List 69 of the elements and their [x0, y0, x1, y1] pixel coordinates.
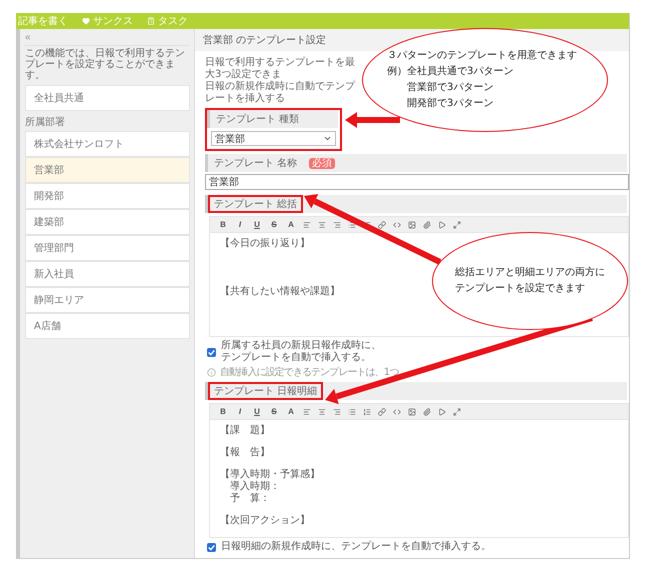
editor-text: 【共有したい情報や課題】 — [220, 286, 340, 298]
note-text: 自動挿入に設定できるテンプレートは、1つ — [220, 366, 398, 379]
callout-text: 営業部で3パターン — [406, 80, 494, 95]
editor-text: 導入時期： — [229, 481, 280, 493]
checkbox[interactable] — [207, 348, 216, 356]
editor-text: 【次回アクション】 — [220, 515, 310, 527]
sidebar-item[interactable]: 新入社員 — [25, 261, 190, 287]
toolbar-icon[interactable] — [303, 220, 311, 228]
description-text: 日報で利用するテンプレートを最大3つ設定できま — [205, 57, 355, 80]
sidebar-item[interactable]: A店舗 — [25, 313, 190, 339]
heart-icon — [82, 17, 90, 25]
sidebar-item[interactable]: 全社員共通 — [25, 85, 190, 111]
callout-text: 開発部で3パターン — [406, 96, 494, 111]
format-button[interactable]: B — [218, 407, 228, 416]
format-button[interactable]: S — [269, 407, 279, 416]
chevron-icon — [323, 134, 332, 143]
sidebar-item[interactable]: 営業部 — [25, 157, 190, 183]
checkbox-label: 所属する社員の新規日報作成時に、テンプレートを自動で挿入する。 — [221, 340, 382, 364]
toolbar-icon[interactable] — [453, 408, 461, 416]
toolbar-icon[interactable] — [378, 220, 386, 228]
format-button[interactable]: B — [218, 220, 228, 229]
toolbar-icon[interactable] — [408, 408, 416, 416]
toolbar-icon[interactable] — [408, 220, 416, 228]
section-label: テンプレート 種類 — [215, 112, 300, 127]
template-select[interactable]: 営業部 — [211, 131, 336, 146]
sidebar-item[interactable]: 株式会社サンロフト — [25, 131, 190, 157]
callout-text: ３パターンのテンプレートを用意できます — [387, 48, 578, 63]
format-button[interactable]: I — [235, 407, 245, 416]
toolbar-icon[interactable] — [363, 408, 371, 416]
toolbar-icon[interactable] — [453, 220, 461, 228]
sidebar-item[interactable]: 開発部 — [25, 183, 190, 209]
toolbar-icon[interactable] — [393, 408, 401, 416]
toolbar-icon[interactable] — [348, 408, 356, 416]
editor-area[interactable]: 【課 題】 【報 告】 【導入時期・予算感】 導入時期： 予 算： 【次回アクション】 — [209, 420, 629, 538]
group-label: 所属部署 — [25, 116, 66, 130]
editor-text: 【導入時期・予算感】 — [220, 469, 320, 480]
section-label: テンプレート 日報明細 — [208, 382, 324, 400]
format-button[interactable]: A — [286, 220, 296, 229]
checkbox-label: 日報明細の新規作成時に、テンプレートを自動で挿入する。 — [221, 541, 491, 553]
info-icon — [207, 368, 216, 376]
callout-text: テンプレートを設定できます — [455, 282, 586, 296]
sidebar-item[interactable]: 建築部 — [25, 209, 190, 235]
description-text: 日報の新規作成時に自動でテンプレートを挿入する — [205, 81, 355, 105]
toolbar-icon[interactable] — [318, 408, 326, 416]
section-label: テンプレート 総括 — [208, 195, 304, 213]
toolbar-icon[interactable] — [333, 408, 341, 416]
format-button[interactable]: U — [252, 407, 262, 416]
callout-text: 総括エリアと明細エリアの両方に — [455, 266, 606, 280]
editor-text: 【課 題】 — [220, 425, 270, 437]
toolbar-icon[interactable] — [393, 220, 401, 228]
format-button[interactable]: A — [286, 407, 296, 416]
editor-text: 予 算： — [229, 493, 270, 505]
sidebar-item[interactable]: 管理部門 — [25, 235, 190, 261]
callout-text: 例）全社員共通で3パターン — [387, 64, 514, 79]
section-label: テンプレート 名称 — [213, 156, 298, 171]
toolbar-icon[interactable] — [378, 408, 386, 416]
name-field[interactable]: 営業部 — [205, 174, 629, 190]
format-button[interactable]: I — [235, 220, 245, 229]
format-button[interactable]: S — [269, 220, 279, 229]
sidebar-item[interactable]: 静岡エリア — [25, 287, 190, 313]
editor-text: 【報 告】 — [220, 447, 270, 459]
format-button[interactable]: U — [252, 220, 262, 229]
checkbox[interactable] — [207, 542, 216, 552]
required-badge: 必須 — [309, 158, 336, 168]
toolbar-icon[interactable] — [318, 220, 326, 228]
toolbar-icon[interactable] — [333, 220, 341, 228]
editor-text: 【今日の振り返り】 — [220, 238, 310, 250]
clipboard-icon — [147, 17, 155, 25]
toolbar-icon[interactable] — [303, 408, 311, 416]
